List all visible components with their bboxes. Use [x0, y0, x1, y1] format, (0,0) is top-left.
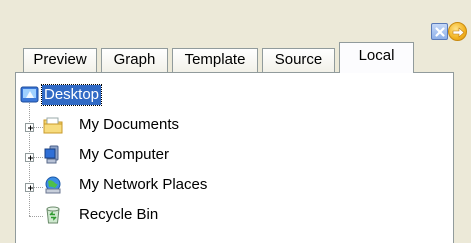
next-button[interactable]: [448, 22, 467, 41]
network-places-icon: [43, 175, 63, 195]
arrow-right-circle-icon: [452, 27, 465, 38]
close-icon: [435, 27, 445, 37]
tab-graph[interactable]: Graph: [101, 48, 168, 72]
expand-toggle[interactable]: [25, 183, 34, 192]
close-button[interactable]: [431, 23, 448, 40]
tree-item-label: My Computer: [79, 146, 170, 163]
tab-strip: Preview Graph Template Source Local: [23, 42, 463, 73]
recycle-bin-icon: [43, 205, 63, 225]
folder-icon: [43, 115, 63, 135]
tab-source[interactable]: Source: [262, 48, 335, 72]
local-tree-panel: Desktop My Documents My Computer My Netw…: [15, 72, 454, 243]
tab-template[interactable]: Template: [172, 48, 258, 72]
tree-item-label: My Documents: [79, 116, 180, 133]
tab-local[interactable]: Local: [339, 42, 414, 73]
panel-toolbar: [0, 0, 471, 42]
tree-item-label: Desktop: [40, 84, 103, 106]
desktop-icon: [20, 85, 40, 105]
tree-item-label: Recycle Bin: [79, 206, 159, 223]
computer-icon: [43, 145, 63, 165]
tab-preview[interactable]: Preview: [23, 48, 97, 72]
expand-toggle[interactable]: [25, 123, 34, 132]
expand-toggle[interactable]: [25, 153, 34, 162]
tree-item-label: My Network Places: [79, 176, 208, 193]
tree-connector: [29, 216, 43, 217]
